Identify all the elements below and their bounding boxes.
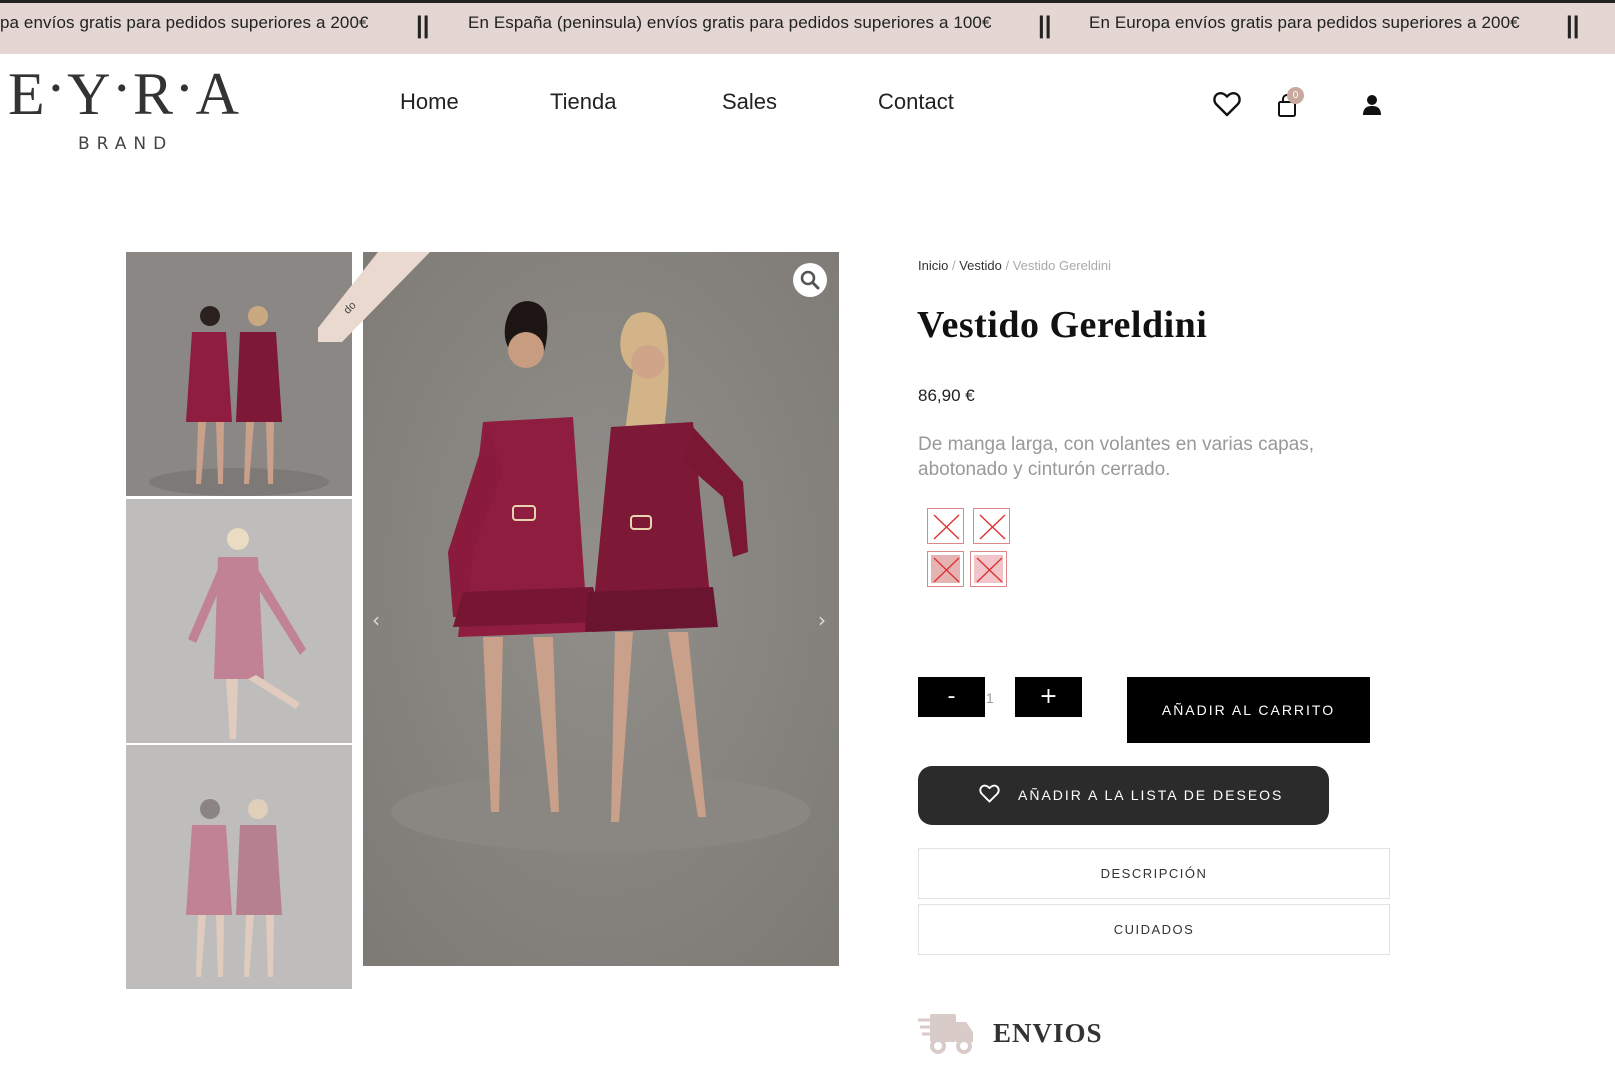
delivery-truck-icon [918,1014,973,1054]
gallery-thumbnail[interactable] [126,745,352,989]
nav-tienda[interactable]: Tienda [550,89,616,115]
announcement-text: En Europa envíos gratis para pedidos sup… [1089,13,1520,32]
announcement-separator: || [1038,12,1052,39]
quantity-increase-button[interactable]: + [1015,677,1082,717]
prev-image-arrow[interactable]: ‹ [372,608,380,632]
color-swatch-unavailable[interactable] [927,508,964,544]
quantity-decrease-button[interactable]: - [918,677,985,717]
gallery-thumbnail[interactable] [126,499,352,743]
announcement-text: pa envíos gratis para pedidos superiores… [0,13,369,32]
color-swatch-unavailable[interactable] [970,551,1007,587]
shipping-heading: ENVIOS [993,1018,1103,1048]
nav-home[interactable]: Home [400,89,459,115]
next-image-arrow[interactable]: › [818,608,826,632]
logo-subtitle: BRAND [78,134,174,154]
user-icon[interactable] [1362,94,1382,116]
tab-descripcion[interactable]: DESCRIPCIÓN [918,848,1390,899]
color-swatch-unavailable[interactable] [973,508,1010,544]
product-ribbon: do [318,252,430,342]
heart-icon[interactable] [1213,91,1241,117]
wishlist-label: AÑADIR A LA LISTA DE DESEOS [1018,787,1284,803]
announcement-bar: pa envíos gratis para pedidos superiores… [0,0,1615,54]
color-swatch-unavailable[interactable] [927,551,964,587]
product-description: De manga larga, con volantes en varias c… [918,434,1315,480]
product-main-image[interactable] [363,252,839,966]
nav-contact[interactable]: Contact [878,89,954,115]
announcement-separator: || [1566,12,1580,39]
brand-logo[interactable]: E •Y •R •A BRAND [8,61,241,154]
heart-icon [979,784,1000,803]
breadcrumb: Inicio / Vestido / Vestido Gereldini [918,258,1111,273]
product-title: Vestido Gereldini [917,304,1208,346]
quantity-value[interactable]: 1 [986,690,994,706]
product-price: 86,90 € [918,386,975,405]
announcement-text: En España (peninsula) envíos gratis para… [468,13,992,32]
breadcrumb-current: Vestido Gereldini [1012,258,1111,273]
breadcrumb-category[interactable]: Vestido [959,258,1002,273]
cart-count-badge: 0 [1287,87,1304,104]
logo-wordmark: E •Y •R •A [8,61,241,127]
add-to-cart-button[interactable]: AÑADIR AL CARRITO [1127,677,1370,743]
search-icon [800,270,820,290]
zoom-button[interactable] [793,263,827,297]
tab-cuidados[interactable]: CUIDADOS [918,904,1390,955]
breadcrumb-home[interactable]: Inicio [918,258,948,273]
add-to-wishlist-button[interactable]: AÑADIR A LA LISTA DE DESEOS [918,766,1329,825]
announcement-separator: || [416,12,430,39]
nav-sales[interactable]: Sales [722,89,777,115]
